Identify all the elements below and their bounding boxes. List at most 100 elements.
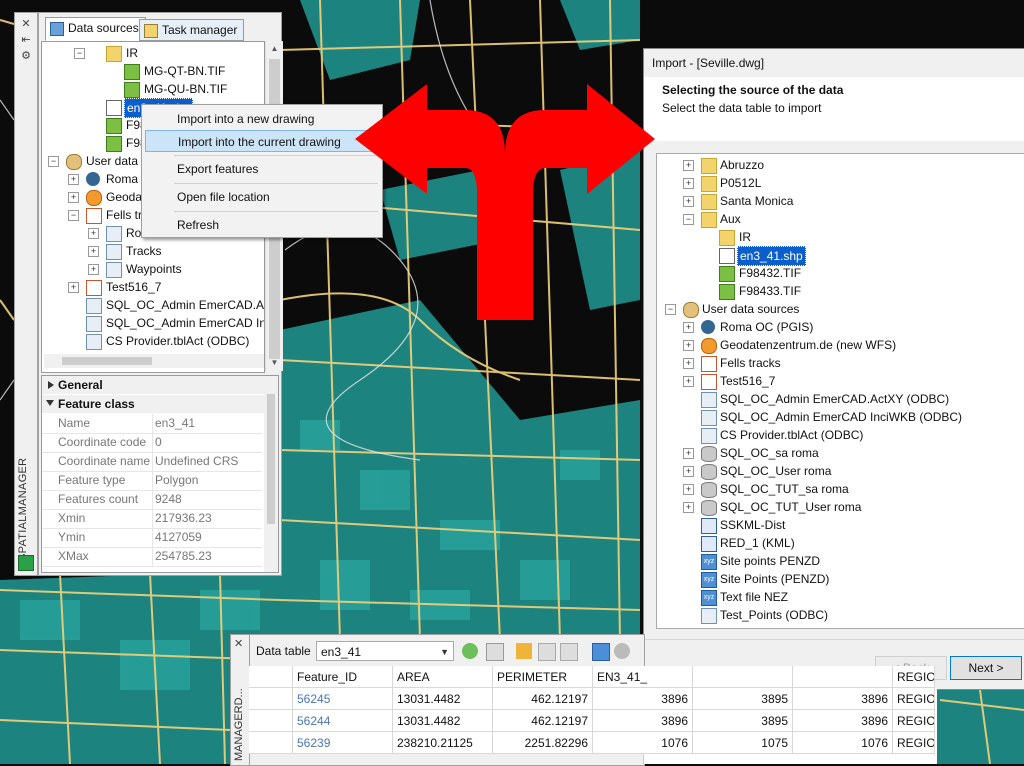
tree-node[interactable]: xyz Site points PENZD xyxy=(657,552,1017,570)
collapse-icon[interactable]: − xyxy=(48,156,59,167)
table-cell[interactable]: 3896 xyxy=(593,710,693,732)
menu-item-import-current-drawing[interactable]: Import into the current drawing xyxy=(145,130,379,152)
table-cell[interactable]: 1076 xyxy=(793,732,893,754)
collapse-icon[interactable]: − xyxy=(665,304,676,315)
tree-node[interactable]: SSKML-Dist xyxy=(657,516,1017,534)
gear-icon[interactable]: ⚙ xyxy=(18,49,34,63)
table-cell[interactable]: 56239 xyxy=(293,732,393,754)
expand-icon[interactable]: + xyxy=(68,174,79,185)
expand-icon[interactable]: + xyxy=(68,282,79,293)
tab-data-sources[interactable]: Data sources xyxy=(45,17,146,41)
row-header[interactable] xyxy=(249,732,293,754)
table-select[interactable]: en3_41 ▼ xyxy=(316,641,454,661)
tree-node[interactable]: + Test516_7 xyxy=(42,278,264,296)
expand-icon[interactable]: + xyxy=(683,376,694,387)
import-source-tree[interactable]: + Abruzzo + P0512L + Santa Monica − Aux IR e… xyxy=(656,153,1024,629)
tree-node[interactable]: + Geodatenzentrum.de (new WFS) xyxy=(657,336,1017,354)
expand-icon[interactable]: + xyxy=(683,322,694,333)
table-cell[interactable]: 1075 xyxy=(693,732,793,754)
table-options-icon[interactable] xyxy=(486,643,504,661)
refresh-icon[interactable] xyxy=(462,643,478,659)
tree-node[interactable]: xyz Text file NEZ xyxy=(657,588,1017,606)
expand-icon[interactable]: + xyxy=(683,484,694,495)
row-header[interactable] xyxy=(249,710,293,732)
scroll-thumb[interactable] xyxy=(267,394,275,524)
table-cell[interactable]: 3896 xyxy=(793,710,893,732)
menu-item-open-file-location[interactable]: Open file location xyxy=(145,186,379,208)
table-cell[interactable]: REGION xyxy=(893,732,935,754)
settings-icon[interactable] xyxy=(614,643,630,659)
property-row[interactable]: XMax 254785.23 xyxy=(42,547,262,567)
table-cell[interactable]: 462.12197 xyxy=(493,688,593,710)
scroll-up-icon[interactable]: ▲ xyxy=(266,41,283,57)
tree-node[interactable]: Test_Points (ODBC) xyxy=(657,606,1017,624)
copy-icon[interactable] xyxy=(538,643,556,661)
property-row[interactable]: Coordinate code 0 xyxy=(42,433,262,453)
column-header[interactable]: PERIMETER xyxy=(493,666,593,688)
tree-node[interactable]: + Waypoints xyxy=(42,260,264,278)
tree-node[interactable]: − User data sources xyxy=(657,300,1017,318)
expand-icon[interactable]: + xyxy=(88,228,99,239)
expand-icon[interactable]: + xyxy=(683,196,694,207)
expand-icon[interactable]: + xyxy=(683,340,694,351)
column-header[interactable] xyxy=(693,666,793,688)
tree-node[interactable]: MG-QT-BN.TIF xyxy=(42,62,264,80)
expand-icon[interactable]: + xyxy=(683,466,694,477)
expand-icon[interactable]: + xyxy=(88,246,99,257)
expand-icon[interactable]: + xyxy=(683,358,694,369)
expand-icon[interactable]: + xyxy=(683,448,694,459)
property-row[interactable]: Features count 9248 xyxy=(42,490,262,510)
expand-icon[interactable]: + xyxy=(683,160,694,171)
general-category[interactable]: General xyxy=(42,376,278,394)
table-cell[interactable]: 3895 xyxy=(693,710,793,732)
table-cell[interactable]: 1076 xyxy=(593,732,693,754)
tree-node[interactable]: + Roma OC (PGIS) xyxy=(657,318,1017,336)
tree-node[interactable]: F98432.TIF xyxy=(657,264,1017,282)
tree-node[interactable]: xyz Site Points (PENZD) xyxy=(657,570,1017,588)
zoom-to-feature-icon[interactable] xyxy=(516,643,532,659)
table-cell[interactable]: 3896 xyxy=(793,688,893,710)
next-button[interactable]: Next > xyxy=(950,656,1022,680)
table-cell[interactable]: 3895 xyxy=(693,688,793,710)
table-cell[interactable]: 3896 xyxy=(593,688,693,710)
table-cell[interactable]: 56244 xyxy=(293,710,393,732)
collapse-icon[interactable]: − xyxy=(683,214,694,225)
scroll-down-icon[interactable]: ▼ xyxy=(266,355,283,371)
table-cell[interactable]: REGION xyxy=(893,688,935,710)
tree-node[interactable]: + Abruzzo xyxy=(657,156,1017,174)
tree-node[interactable]: SQL_OC_Admin EmerCAD.ActXY (ODBC) xyxy=(657,390,1017,408)
tree-horizontal-scrollbar[interactable] xyxy=(44,354,264,368)
property-row[interactable]: Xmin 217936.23 xyxy=(42,509,262,529)
close-icon[interactable]: ✕ xyxy=(234,637,243,650)
column-header[interactable]: AREA xyxy=(393,666,493,688)
table-cell[interactable]: 56245 xyxy=(293,688,393,710)
tree-node[interactable]: + P0512L xyxy=(657,174,1017,192)
property-row[interactable]: Feature type Polygon xyxy=(42,471,262,491)
table-cell[interactable]: 2251.82296 xyxy=(493,732,593,754)
expand-icon[interactable]: + xyxy=(683,178,694,189)
column-header[interactable]: REGIO xyxy=(893,666,935,688)
table-cell[interactable]: REGION xyxy=(893,710,935,732)
properties-scrollbar[interactable] xyxy=(264,376,278,572)
expand-icon[interactable]: + xyxy=(68,192,79,203)
table-cell[interactable]: 13031.4482 xyxy=(393,710,493,732)
tree-node[interactable]: SQL_OC_Admin EmerCAD InciWKB (ODBC) xyxy=(657,408,1017,426)
column-header[interactable]: Feature_ID xyxy=(293,666,393,688)
expand-icon[interactable]: + xyxy=(683,502,694,513)
menu-item-import-new-drawing[interactable]: Import into a new drawing xyxy=(145,108,379,130)
tab-task-manager[interactable]: Task manager xyxy=(139,19,245,41)
property-row[interactable]: Ymin 4127059 xyxy=(42,528,262,548)
tree-node[interactable]: MG-QU-BN.TIF xyxy=(42,80,264,98)
tree-node[interactable]: + Tracks xyxy=(42,242,264,260)
column-header[interactable]: EN3_41_ xyxy=(593,666,693,688)
tree-node[interactable]: + Santa Monica xyxy=(657,192,1017,210)
column-header[interactable] xyxy=(793,666,893,688)
menu-item-refresh[interactable]: Refresh xyxy=(145,214,379,236)
feature-class-category[interactable]: Feature class xyxy=(42,395,278,413)
tree-node[interactable]: + Test516_7 xyxy=(657,372,1017,390)
menu-item-export-features[interactable]: Export features xyxy=(145,158,379,180)
table-cell[interactable]: 13031.4482 xyxy=(393,688,493,710)
tree-node[interactable]: RED_1 (KML) xyxy=(657,534,1017,552)
tree-node[interactable]: IR xyxy=(657,228,1017,246)
tree-node[interactable]: CS Provider.tblAct (ODBC) xyxy=(657,426,1017,444)
